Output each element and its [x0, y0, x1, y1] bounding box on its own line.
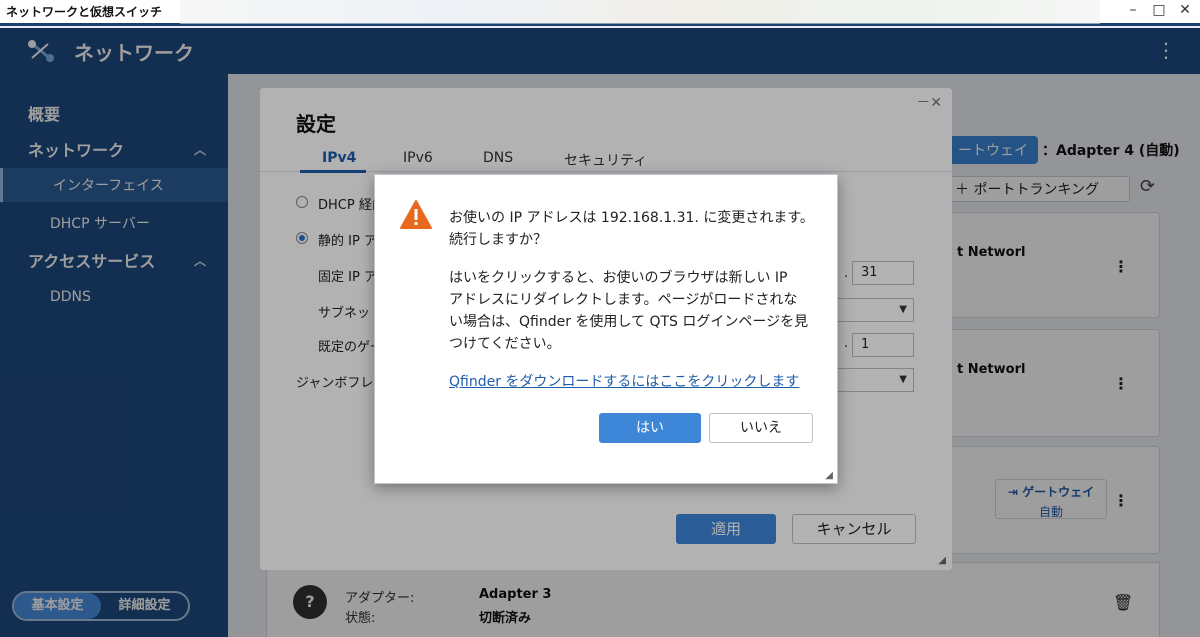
confirm-line: い場合は、Qfinder を使用して QTS ログインページを見 [449, 314, 809, 330]
no-button[interactable]: いいえ [709, 413, 813, 443]
resize-handle-icon[interactable]: ◢ [825, 470, 833, 481]
qfinder-download-link[interactable]: Qfinder をダウンロードするにはここをクリックします [449, 371, 799, 391]
close-button[interactable]: ✕ [1178, 2, 1192, 18]
ip-change-confirm-dialog: お使いの IP アドレスは 192.168.1.31. に変更されます。 続行し… [374, 174, 838, 484]
titlebar-background [180, 0, 1100, 24]
window-titlebar: ネットワークと仮想スイッチ – □ ✕ [0, 0, 1200, 26]
window-title: ネットワークと仮想スイッチ [6, 5, 163, 19]
confirm-message: お使いの IP アドレスは 192.168.1.31. に変更されます。 続行し… [449, 207, 819, 251]
maximize-button[interactable]: □ [1152, 2, 1166, 18]
warning-icon [400, 200, 432, 229]
minimize-button[interactable]: – [1126, 2, 1140, 18]
confirm-line: アドレスにリダイレクトします。ページがロードされな [449, 292, 798, 308]
confirm-line: 続行しますか？ [449, 232, 547, 248]
confirm-detail: はいをクリックすると、お使いのブラウザは新しい IP アドレスにリダイレクトしま… [449, 267, 819, 355]
yes-button[interactable]: はい [599, 413, 701, 443]
confirm-line: お使いの IP アドレスは 192.168.1.31. に変更されます。 [449, 210, 814, 226]
window-controls: – □ ✕ [1126, 2, 1192, 18]
confirm-line: はいをクリックすると、お使いのブラウザは新しい IP [449, 270, 788, 286]
confirm-line: つけてください。 [449, 336, 561, 352]
